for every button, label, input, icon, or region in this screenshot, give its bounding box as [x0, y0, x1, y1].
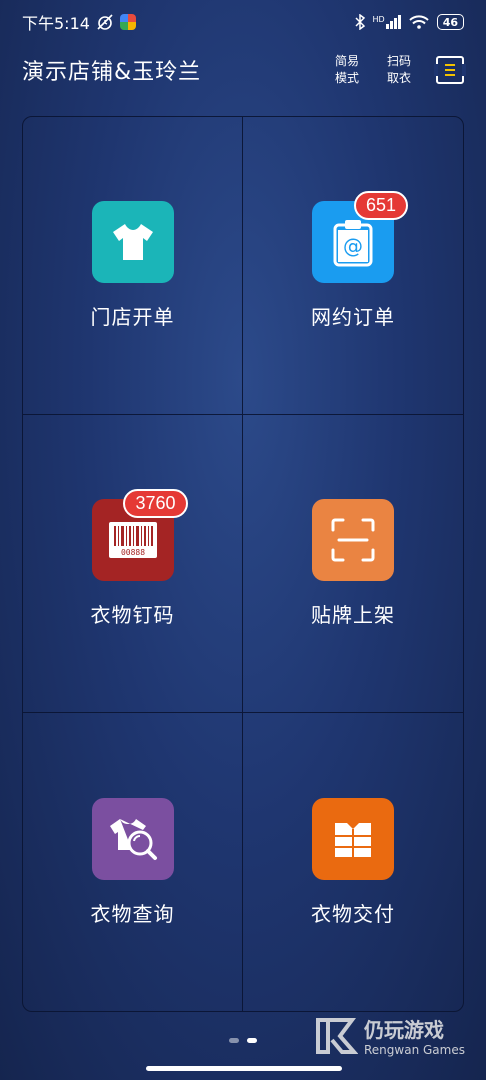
- scan-pickup-label-1: 扫码: [386, 54, 411, 68]
- online-order-badge: 651: [353, 191, 408, 220]
- network-type: HD: [372, 15, 385, 24]
- bluetooth-icon: [354, 14, 365, 30]
- tile-store-order[interactable]: 门店开单: [23, 117, 243, 415]
- watermark-brand: 仍玩游戏: [364, 1018, 444, 1042]
- tile-label: 门店开单: [90, 305, 175, 329]
- rengwan-logo-icon: [316, 1017, 358, 1054]
- watermark-sub: Rengwan Games: [364, 1043, 465, 1057]
- watermark: 仍玩游戏 Rengwan Games: [314, 1014, 465, 1057]
- folded-clothes-icon: [312, 797, 394, 880]
- tile-online-order[interactable]: @ 651 网约订单: [243, 117, 463, 415]
- menu-icon[interactable]: [434, 56, 466, 84]
- simple-mode-label-1: 简易: [334, 54, 359, 68]
- garment-tag-badge: 3760: [123, 489, 188, 518]
- barcode-text: 00888: [120, 548, 144, 557]
- page-dot-active[interactable]: [247, 1038, 257, 1043]
- tile-label: 衣物查询: [90, 901, 175, 926]
- scan-pickup-label-2: 取衣: [386, 71, 411, 85]
- wifi-icon: [408, 15, 429, 29]
- home-indicator[interactable]: [146, 1066, 342, 1071]
- battery-level: 46: [442, 15, 458, 29]
- alarm-off-icon: [97, 14, 113, 30]
- page-dot[interactable]: [229, 1038, 239, 1043]
- tile-label: 衣物交付: [311, 901, 395, 926]
- status-bar: 下午5:14 HD 46: [0, 0, 486, 44]
- simple-mode-button[interactable]: 简易 模式: [332, 53, 362, 87]
- status-time: 下午5:14: [22, 14, 90, 33]
- tile-label-shelf[interactable]: 贴牌上架: [243, 415, 463, 713]
- app-header: 演示店铺&玉玲兰 简易 模式 扫码 取衣: [0, 44, 486, 96]
- shirt-search-icon: [91, 797, 174, 880]
- tile-garment-delivery[interactable]: 衣物交付: [243, 713, 463, 1011]
- signal-icon: HD: [373, 15, 401, 29]
- svg-text:@: @: [343, 234, 363, 258]
- simple-mode-label-2: 模式: [334, 71, 359, 85]
- tile-label: 贴牌上架: [311, 603, 395, 627]
- tile-garment-search[interactable]: 衣物查询: [23, 713, 243, 1011]
- tile-garment-tag[interactable]: 00888 3760 衣物钉码: [23, 415, 243, 713]
- app-notification-icon: [119, 14, 136, 30]
- scan-frame-icon: [312, 499, 394, 581]
- function-grid: 门店开单 @ 651 网约订单 00888 3760 衣物钉码 贴牌上架 衣物查…: [22, 116, 464, 1012]
- store-name: 演示店铺&玉玲兰: [22, 60, 202, 85]
- tile-label: 衣物钉码: [90, 603, 175, 627]
- scan-pickup-button[interactable]: 扫码 取衣: [384, 53, 414, 87]
- tile-label: 网约订单: [311, 305, 395, 329]
- battery-icon: 46: [436, 14, 464, 30]
- tshirt-icon: [91, 201, 174, 283]
